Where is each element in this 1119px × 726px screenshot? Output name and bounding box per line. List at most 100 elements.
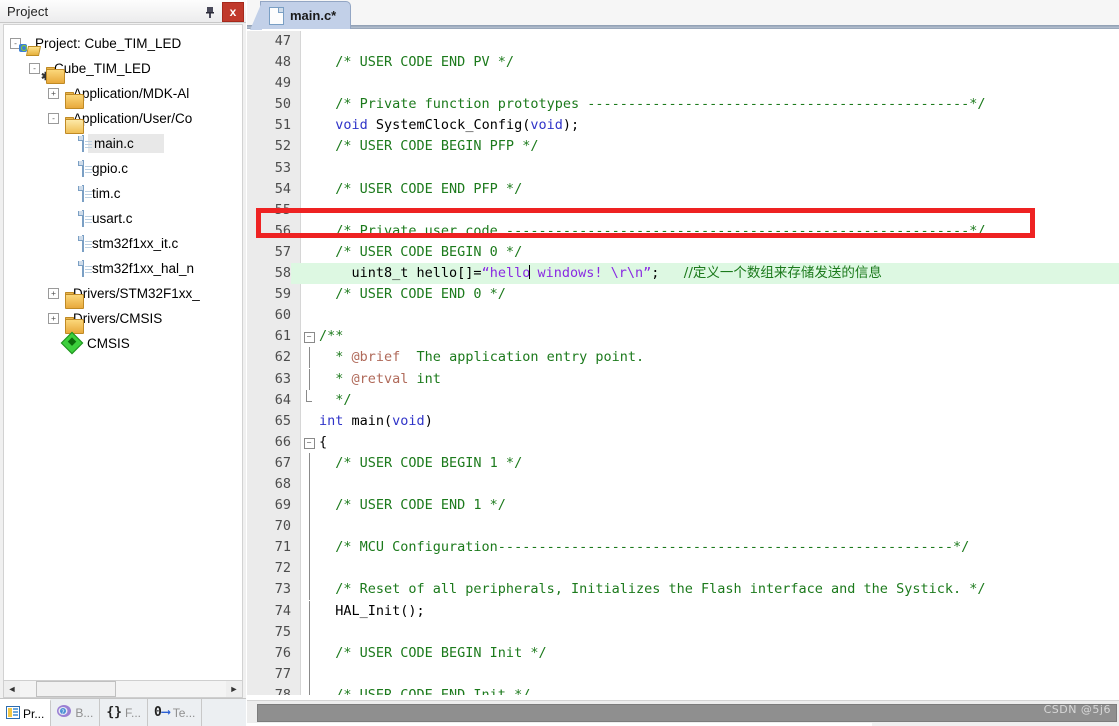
code-line[interactable]: 59 /* USER CODE END 0 */	[247, 284, 1119, 305]
tree-item-label: CMSIS	[87, 336, 130, 351]
code-area[interactable]: 47 48 /* USER CODE END PV */ 49 50 /* Priva…	[247, 31, 1119, 695]
project-panel-header-buttons: x	[201, 2, 244, 22]
expand-icon[interactable]: +	[48, 88, 59, 99]
expander-placeholder	[67, 189, 76, 198]
code-token: */	[319, 391, 352, 408]
code-line[interactable]: 49	[247, 73, 1119, 94]
code-line[interactable]: 66−{	[247, 432, 1119, 453]
line-number: 51	[274, 117, 291, 134]
tree-item[interactable]: + Drivers/STM32F1xx_	[4, 281, 242, 309]
tree-item[interactable]: + Drivers/CMSIS	[4, 306, 242, 334]
code-text: /* USER CODE END PFP */	[319, 179, 522, 200]
code-line[interactable]: 52 /* USER CODE BEGIN PFP */	[247, 136, 1119, 157]
line-number: 47	[274, 33, 291, 49]
code-line[interactable]: 69 /* USER CODE END 1 */	[247, 495, 1119, 517]
code-line[interactable]: 54 /* USER CODE END PFP */	[247, 179, 1119, 200]
code-line[interactable]: 55	[247, 200, 1119, 221]
code-token: The application entry point.	[400, 349, 645, 366]
editor-hscrollbar[interactable]: CSDN @5j6	[247, 700, 1119, 723]
fold-collapse-icon[interactable]: −	[302, 432, 316, 453]
code-line[interactable]: 50 /* Private function prototypes ------…	[247, 94, 1119, 115]
tree-item[interactable]: main.c	[4, 131, 242, 156]
code-line[interactable]: 64 */	[247, 389, 1119, 411]
file-icon	[82, 260, 92, 277]
expander-placeholder	[67, 164, 76, 173]
fold-line	[302, 600, 316, 622]
code-token: {	[319, 433, 328, 450]
code-token: /* USER CODE BEGIN Init */	[319, 644, 547, 661]
line-number: 77	[274, 665, 291, 682]
panel-tab-b[interactable]: ? B...	[51, 699, 101, 726]
tree-item[interactable]: -✱Cube_TIM_LED	[4, 56, 242, 84]
code-text: /* USER CODE BEGIN Init */	[319, 643, 547, 664]
code-line[interactable]: 51 void SystemClock_Config(void);	[247, 115, 1119, 136]
tree-item[interactable]: stm32f1xx_it.c	[4, 231, 242, 256]
tree-item[interactable]: tim.c	[4, 181, 242, 206]
editor-hscroll-thumb[interactable]	[257, 704, 1117, 722]
panel-tab-te[interactable]: 0⟶ Te...	[148, 699, 203, 726]
code-line[interactable]: 62 * @brief The application entry point.	[247, 347, 1119, 369]
tree-item[interactable]: - Application/User/Co	[4, 106, 242, 134]
code-line[interactable]: 73 /* Reset of all peripherals, Initiali…	[247, 579, 1119, 601]
code-line[interactable]: 74 HAL_Init();	[247, 600, 1119, 622]
code-text: /* Private function prototypes ---------…	[319, 94, 985, 115]
collapse-icon[interactable]: -	[48, 113, 59, 124]
code-line[interactable]: 75	[247, 621, 1119, 643]
code-line[interactable]: 57 /* USER CODE BEGIN 0 */	[247, 242, 1119, 263]
code-line[interactable]: 76 /* USER CODE BEGIN Init */	[247, 642, 1119, 664]
code-line[interactable]: 70	[247, 516, 1119, 538]
scroll-right-icon[interactable]: ►	[226, 681, 242, 697]
close-icon[interactable]: x	[222, 2, 244, 22]
code-line[interactable]: 53	[247, 158, 1119, 179]
code-line[interactable]: 48 /* USER CODE END PV */	[247, 52, 1119, 73]
tree-item[interactable]: CMSIS	[4, 331, 242, 356]
code-token: void	[530, 117, 563, 134]
fold-collapse-icon[interactable]: −	[302, 326, 316, 347]
line-number: 69	[274, 497, 291, 514]
tree-item-label: main.c	[88, 134, 164, 153]
expand-icon[interactable]: +	[48, 288, 59, 299]
code-text: * @retval int	[319, 369, 441, 390]
code-line[interactable]: 56 /* Private user code ----------------…	[247, 221, 1119, 242]
scroll-left-icon[interactable]: ◄	[4, 681, 20, 697]
tree-item-label: Application/MDK-Al	[73, 86, 190, 101]
code-token: /* USER CODE BEGIN PFP */	[319, 138, 539, 155]
project-tree-container[interactable]: -Project: Cube_TIM_LED-✱Cube_TIM_LED + App…	[3, 24, 243, 698]
panel-tab-f[interactable]: {} F...	[100, 699, 149, 726]
code-line[interactable]: 47	[247, 31, 1119, 52]
pin-icon[interactable]	[201, 3, 219, 21]
fold-line	[302, 473, 316, 495]
tree-item-label: tim.c	[92, 186, 121, 201]
code-line[interactable]: 71 /* MCU Configuration-----------------…	[247, 537, 1119, 559]
code-line[interactable]: 67 /* USER CODE BEGIN 1 */	[247, 452, 1119, 474]
code-token: /* USER CODE BEGIN 0 */	[319, 243, 523, 260]
code-text: /* USER CODE BEGIN 1 */	[319, 453, 522, 474]
expand-icon[interactable]: +	[48, 313, 59, 324]
hscroll-thumb[interactable]	[36, 681, 116, 697]
tree-item[interactable]: usart.c	[4, 206, 242, 231]
tab-main-c[interactable]: main.c*	[249, 1, 352, 30]
watermark: CSDN @5j6	[1043, 703, 1111, 716]
code-token: ;	[651, 265, 684, 282]
tree-item[interactable]: + Application/MDK-Al	[4, 81, 242, 109]
code-line[interactable]: 68	[247, 473, 1119, 495]
tree-item[interactable]: - Project: Cube_TIM_LED	[4, 31, 242, 56]
code-line[interactable]: 78 /* USER CODE END Init */	[247, 684, 1119, 695]
code-line-highlighted[interactable]: 58 uint8_t hello[]=“hello windows! \r\n”…	[247, 263, 1119, 285]
panel-tab-pr[interactable]: Pr...	[0, 699, 52, 726]
code-line[interactable]: 65 int main(void)	[247, 411, 1119, 432]
code-line[interactable]: 72	[247, 558, 1119, 580]
code-token: )	[424, 412, 433, 429]
tree-item[interactable]: gpio.c	[4, 156, 242, 181]
code-line[interactable]: 63 * @retval int	[247, 368, 1119, 390]
collapse-icon[interactable]: -	[29, 63, 40, 74]
code-text: /**	[319, 326, 343, 347]
code-line[interactable]: 77	[247, 663, 1119, 685]
line-number: 52	[274, 138, 291, 155]
code-line[interactable]: 60	[247, 305, 1119, 326]
project-tree-hscrollbar[interactable]: ◄ ►	[3, 680, 243, 698]
project-window-icon	[6, 705, 20, 722]
tree-item[interactable]: stm32f1xx_hal_n	[4, 256, 242, 281]
code-token: );	[562, 117, 580, 134]
code-line[interactable]: 61−/**	[247, 326, 1119, 347]
